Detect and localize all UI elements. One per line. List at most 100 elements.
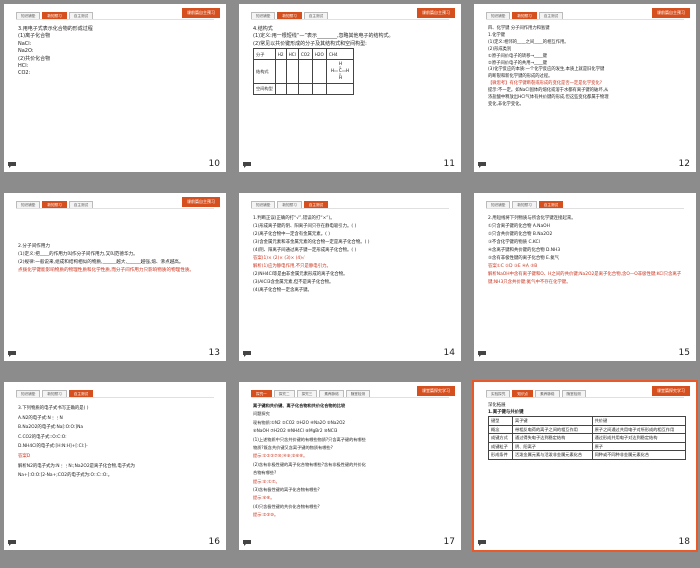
slide-text: 问题探究 xyxy=(253,411,270,417)
slide-text: 2.用短线将下列物质与所含化学键连接起来。 xyxy=(488,216,576,221)
slide-text: 提示:①②③⑦⑩;④⑨;⑤⑥⑧。 xyxy=(253,453,308,459)
section-badge: 课前篇自主预习 xyxy=(652,8,690,18)
slide-text: 点拨化学键能影响物质的物理性质和化学性质,而分子间作用力只影响物质的物理性质。 xyxy=(18,268,195,273)
slide-thumbnail-15[interactable]: 知识铺垫 新知预习 自主测试 2.用短线将下列物质与所含化学键连接起来。 ①只含… xyxy=(474,193,696,361)
slide-thumbnail-18[interactable]: 课堂篇探究学习 实验探究 知识点 素养脉络 随堂检测 深化拓展 1.离子键与共价… xyxy=(472,380,698,552)
section-badge: 课堂篇探究学习 xyxy=(417,386,455,396)
slide-text: (2)形成类别 xyxy=(488,46,512,52)
table-header-cell: HCl xyxy=(285,48,299,61)
slide-text: 合物有哪些? xyxy=(253,470,277,476)
slide-text: C.CO2的电子式::O:C:O: xyxy=(18,434,67,440)
slide-text: B.Na2O2的电子式:Na[:O:O:]Na xyxy=(18,425,84,431)
slide-text: 深化拓展 xyxy=(488,403,506,408)
slide-text: D.NH4Cl的电子式:[H:N:H]+[:Cl:]- xyxy=(18,444,88,450)
slide-text: 答案①C ②D ③E ④A ⑤B xyxy=(488,264,538,269)
slide-content: 2.分子间作用力 (1)定义:把____的作用力叫作分子间作用力,又叫范德华力。… xyxy=(18,243,216,343)
table-cell: 带相反电荷的离子之间的相互作用 xyxy=(512,424,593,435)
table-cell: 概念 xyxy=(487,424,514,435)
table-row-label: 空间构型 xyxy=(253,82,276,95)
section-badge: 课前篇自主预习 xyxy=(182,197,220,207)
divider xyxy=(486,397,684,398)
slide-thumbnail-16[interactable]: 知识铺垫 新知预习 自主测试 3.下列物质的电子式书写正确的是( ) A.N2的… xyxy=(4,382,226,550)
table-cell xyxy=(311,82,327,95)
table-cell xyxy=(325,82,354,95)
slide-text: 变化,非化学变化。 xyxy=(488,101,524,107)
slide-content: 3.用电子式表示化合物的形成过程 (1)离子化合物 NaCl: Na2O: (2… xyxy=(18,26,216,154)
slide-text: 离子键和共价键、离子化合物和共价化合物的比较 xyxy=(253,403,346,408)
table-cell: 形成条件 xyxy=(487,450,514,460)
slide-number: 18 xyxy=(678,537,690,547)
section-badge: 课堂篇探究学习 xyxy=(652,386,690,396)
svg-text:H: H xyxy=(331,68,334,73)
slide-text: 解析(1)应为静电作用,不只是静电引力。 xyxy=(253,264,331,269)
slide-text: 1.判断正误(正确的打“√”,错误的打“×”)。 xyxy=(253,216,335,221)
divider xyxy=(16,19,214,20)
slide-number: 17 xyxy=(443,537,455,547)
table-cell xyxy=(274,82,287,95)
table-header-cell: 共价键 xyxy=(591,416,687,426)
slide-text: CO2: xyxy=(18,70,31,77)
slide-text: 解析NaOH中含有离子键和O、H之间的共价键;Na2O2是离子化合物,含O—O非… xyxy=(488,272,682,285)
slide-number: 13 xyxy=(208,348,220,358)
slide-text: (1)定义:用一根短线“—”表示________,忽略其他电子的结构式。 xyxy=(253,33,394,40)
slide-text: ③不含化学键的物质 C.KCl xyxy=(488,240,540,245)
slide-text: ①只含离子键的化合物 A.NaOH xyxy=(488,224,550,229)
slide-text: (1)定义:相邻的____之间____的相互作用。 xyxy=(488,39,569,45)
table-header-cell: CO2 xyxy=(297,48,313,61)
table-cell xyxy=(297,82,313,95)
slide-text: 2.分子间作用力 xyxy=(18,244,50,249)
slide-text: ①原子间价电子的转移→____键 xyxy=(488,53,548,59)
svg-text:H: H xyxy=(339,61,342,66)
divider xyxy=(16,208,214,209)
slide-text: (2)离子化合物中一定含有金属元素。( ) xyxy=(253,232,330,237)
slide-text: (2)共价化合物 xyxy=(18,55,51,62)
slide-text: (4)阴、阳离子间通过离子键一定形成离子化合物。( ) xyxy=(253,248,357,253)
slide-thumbnail-12[interactable]: 课前篇自主预习 知识铺垫 新知预习 自主测试 四、化学键 分子间作用力和氢键 1… xyxy=(474,4,696,172)
slide-number: 10 xyxy=(208,159,220,169)
table-header-cell: H2 xyxy=(274,48,287,61)
table-cell xyxy=(274,59,287,84)
table-cell: 同种或不同种非金属元素化合 xyxy=(591,450,687,460)
slide-text: 答案D xyxy=(18,453,31,459)
svg-text:H: H xyxy=(339,75,342,79)
slide-text: (1)离子化合物 xyxy=(18,33,51,40)
notes-icon xyxy=(478,351,486,357)
notes-icon xyxy=(478,540,486,546)
slide-text: 1.化学键 xyxy=(488,32,505,38)
slide-text: A.N2的电子式:N⋮⋮N xyxy=(18,415,63,421)
table-cell: 通过形成共用电子对达到稳定结构 xyxy=(591,433,687,443)
slide-text: (3)含有极性键的离子化合物有哪些? xyxy=(253,487,320,493)
slide-thumbnail-11[interactable]: 课前篇自主预习 知识铺垫 新知预习 自主测试 4.结构式 (1)定义:用一根短线… xyxy=(239,4,461,172)
slide-thumbnail-10[interactable]: 课前篇自主预习 知识铺垫 新知预习 自主测试 3.用电子式表示化合物的形成过程 … xyxy=(4,4,226,172)
table-cell: 原子 xyxy=(591,441,687,452)
divider xyxy=(486,19,684,20)
table-cell: 通过得失电子达到稳定结构 xyxy=(512,433,593,443)
svg-text:H: H xyxy=(346,68,349,73)
slide-text: (1)定义:把____的作用力叫作分子间作用力,又叫范德华力。 xyxy=(18,252,138,257)
slide-text: HCl: xyxy=(18,63,29,70)
slide-text: (4)离子化合物一定含离子键。 xyxy=(253,288,312,293)
table-cell xyxy=(311,59,327,84)
slide-text: ⑥NaOH ⑦H2O2 ⑧NH4Cl ⑨MgBr2 ⑩NCl3 xyxy=(253,428,338,434)
slide-text: ⑤含有非极性键的离子化合物 E.氦气 xyxy=(488,256,559,261)
divider xyxy=(251,208,449,209)
slide-thumbnail-17[interactable]: 课堂篇探究学习 探究一 探究二 探究三 素养脉络 随堂检测 离子键和共价键、离子… xyxy=(239,382,461,550)
slide-number: 11 xyxy=(443,159,455,169)
slide-text: ④含离子键和共价键的化合物 D.NH3 xyxy=(488,248,561,253)
slide-text: 答案(1)× (2)× (3)× (4)√ xyxy=(253,256,305,261)
slide-text: 提示:⑤;①⑦。 xyxy=(253,478,280,484)
slide-content: 深化拓展 1.离子键与共价键 键型 离子键 共价键 概念 带相反电荷的离子之间的… xyxy=(487,402,687,532)
slide-text: (1)形成离子键的阴、阳离子间只存在静电吸引力。( ) xyxy=(253,224,357,229)
table-cell xyxy=(297,59,313,84)
table-header-cell: CH4 xyxy=(325,48,354,61)
table-cell: 原子之间通过共用电子对所形成的相互作用 xyxy=(591,424,687,435)
slide-thumbnail-14[interactable]: 知识铺垫 新知预习 自主测试 1.判断正误(正确的打“√”,错误的打“×”)。 … xyxy=(239,193,461,361)
notes-icon xyxy=(8,540,16,546)
slide-text: 浓盐酸中释放出HCl气体有共价键的形成,但这些变化都属于物理 xyxy=(488,95,609,101)
slide-thumbnail-13[interactable]: 课前篇自主预习 知识铺垫 新知预习 自主测试 2.分子间作用力 (1)定义:把_… xyxy=(4,193,226,361)
slide-sorter-grid: 课前篇自主预习 知识铺垫 新知预习 自主测试 3.用电子式表示化合物的形成过程 … xyxy=(0,0,700,568)
slide-text: (2)NH4Cl等是由非金属元素形成的离子化合物。 xyxy=(253,272,348,277)
slide-text: 提示:②③⑩。 xyxy=(253,512,279,518)
notes-icon xyxy=(8,351,16,357)
slide-number: 14 xyxy=(443,348,455,358)
